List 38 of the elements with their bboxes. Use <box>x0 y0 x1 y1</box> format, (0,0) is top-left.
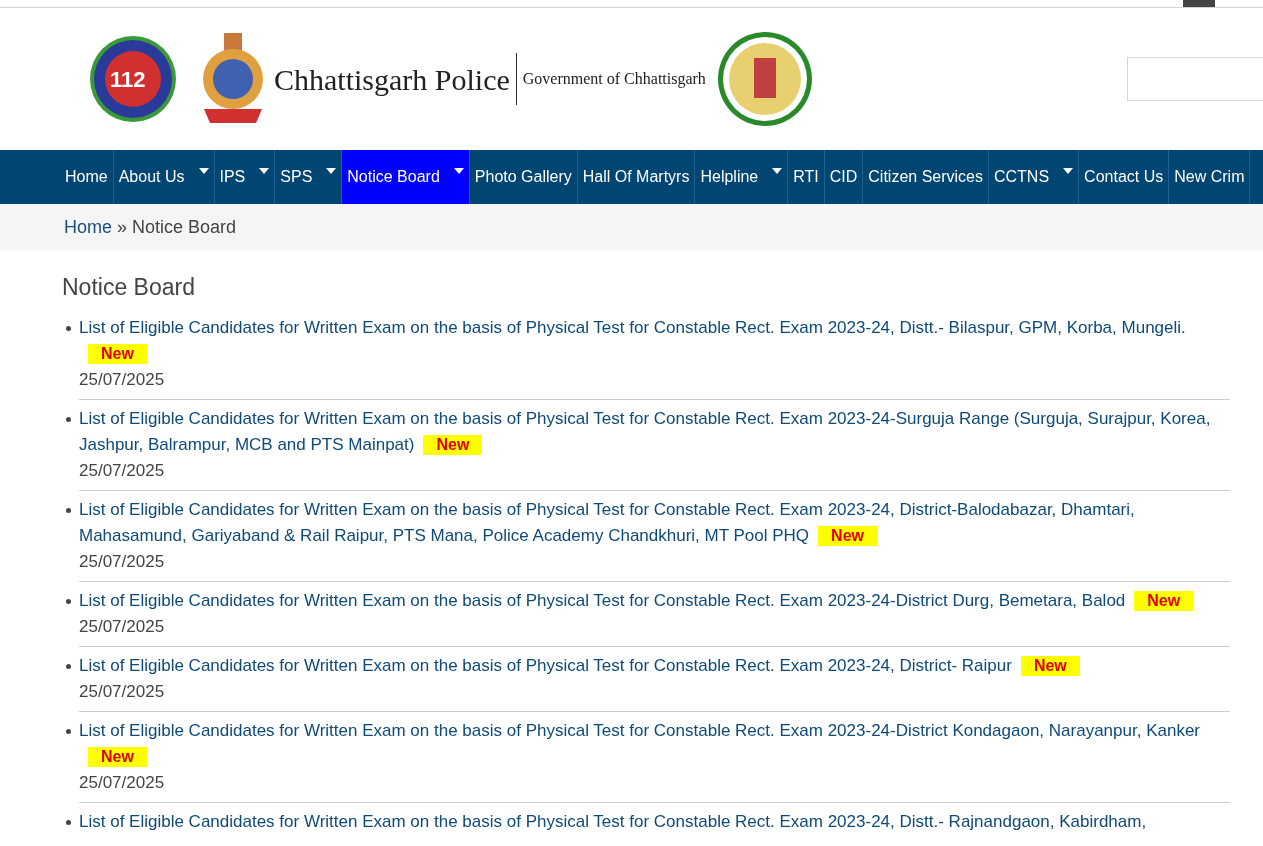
breadcrumb-current: Notice Board <box>132 215 237 239</box>
notice-date: 25/07/2025 <box>79 681 165 701</box>
notice-link[interactable]: List of Eligible Candidates for Written Exam on the basis of Physical Test for Constable Rect. Exam 2023-24, Distt.- Bilaspur, GPM, Korba, Mungeli. New <box>79 314 1230 367</box>
notice-date: 25/07/2025 <box>79 551 165 571</box>
notice-link[interactable]: List of Eligible Candidates for Written Exam on the basis of Physical Test for Constable Rect. Exam 2023-24-District Kondagaon, Narayanpur, Kanker New <box>79 717 1230 770</box>
new-badge: New <box>818 525 877 546</box>
notice-date: 25/07/2025 <box>79 460 165 480</box>
notice-link[interactable]: List of Eligible Candidates for Written Exam on the basis of Physical Test for Constable Rect. Exam 2023-24, District- Raipur New <box>79 652 1080 679</box>
breadcrumb-separator: » <box>117 215 128 239</box>
notice-link[interactable]: List of Eligible Candidates for Written Exam on the basis of Physical Test for Constable Rect. Exam 2023-24, District-Balodabazar, Dhamtari, Mahasamund, Gariyaband & Rail Raipur, PTS Mana, Police Academy Chandkhuri, MT Pool PHQ New <box>79 496 1230 549</box>
site-title: Chhattisgarh Police <box>274 61 510 98</box>
notice-date: 25/07/2025 <box>79 616 165 636</box>
bullet-icon <box>66 325 71 331</box>
top-bar-button[interactable] <box>1183 0 1215 7</box>
bullet-icon <box>66 507 71 513</box>
notice-link[interactable]: List of Eligible Candidates for Written Exam on the basis of Physical Test for Constable Rect. Exam 2023-24-District Durg, Bemetara, Balod New <box>79 587 1194 614</box>
government-title: Government of Chhattisgarh <box>522 69 706 90</box>
bullet-icon <box>66 728 71 734</box>
breadcrumb-link[interactable]: Home <box>64 213 112 241</box>
notice-date: 25/07/2025 <box>79 772 165 792</box>
emergency-number: 112 <box>110 65 147 94</box>
search-field[interactable] <box>1127 57 1263 101</box>
state-emblem-icon <box>715 30 814 128</box>
bullet-icon <box>66 819 71 825</box>
bullet-icon <box>66 663 71 669</box>
notice-link[interactable]: List of Eligible Candidates for Written Exam on the basis of Physical Test for Constable Rect. Exam 2023-24-Surguja Range (Surguja, Surajpur, Korea, Jashpur, Balrampur, MCB and PTS Mainpat) New <box>79 405 1230 458</box>
new-badge: New <box>1020 655 1080 676</box>
emblem-icon <box>88 34 178 124</box>
notice-link[interactable]: List of Eligible Candidates for Written Exam on the basis of Physical Test for Constable Rect. Exam 2023-24, Distt.- Rajnandgaon, Kabirdham, <box>79 808 1147 835</box>
new-badge: New <box>423 434 483 455</box>
notice-date: 25/07/2025 <box>79 369 165 389</box>
bullet-icon <box>66 598 71 604</box>
page-title: Notice Board <box>62 273 195 302</box>
new-badge: New <box>88 746 147 767</box>
new-badge: New <box>1134 590 1194 611</box>
new-badge: New <box>88 343 147 364</box>
nav-tab[interactable]: Notice Board <box>342 150 470 204</box>
bullet-icon <box>66 416 71 422</box>
